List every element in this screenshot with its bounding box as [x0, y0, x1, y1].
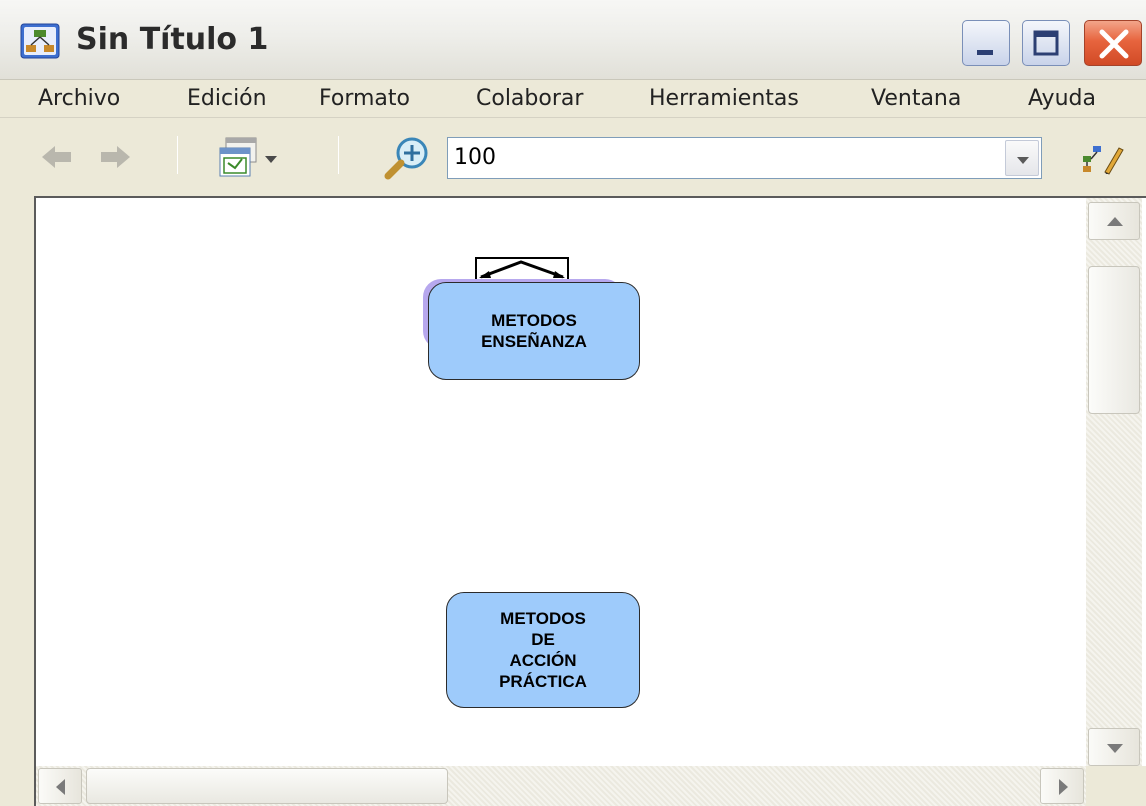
concept-map-app-icon[interactable] — [20, 23, 60, 59]
horizontal-scroll-thumb[interactable] — [86, 768, 448, 804]
menu-formato[interactable]: Formato — [313, 84, 416, 114]
arrow-right-icon[interactable] — [98, 143, 132, 175]
chevron-down-icon — [1017, 157, 1029, 164]
title-bar[interactable]: Sin Título 1 — [0, 0, 1146, 80]
minimize-button[interactable] — [962, 20, 1010, 66]
concept-map-canvas[interactable]: METODOS ENSEÑANZA METODOS DE ACCIÓN PRÁC… — [36, 198, 1086, 766]
scrollbar-corner — [1086, 766, 1146, 806]
menu-ayuda[interactable]: Ayuda — [1022, 84, 1102, 114]
maximize-button[interactable] — [1022, 20, 1070, 66]
menu-colaborar[interactable]: Colaborar — [470, 84, 589, 114]
arrow-left-icon[interactable] — [40, 143, 74, 175]
vertical-scroll-thumb[interactable] — [1088, 266, 1140, 414]
maximize-icon — [1033, 30, 1059, 56]
menu-archivo[interactable]: Archivo — [32, 84, 126, 114]
scroll-up-button[interactable] — [1088, 202, 1140, 240]
menu-herramientas[interactable]: Herramientas — [643, 84, 805, 114]
toolbar-separator — [177, 136, 178, 174]
chevron-up-icon — [1107, 217, 1123, 226]
close-icon — [1099, 29, 1129, 59]
scroll-down-button[interactable] — [1088, 728, 1140, 766]
application-window: Sin Título 1 Archivo Edición Formato Col… — [0, 0, 1146, 806]
toolbar-separator — [338, 136, 339, 174]
style-palette-icon[interactable] — [1081, 140, 1125, 180]
concept-node-metodos-ensenanza[interactable]: METODOS ENSEÑANZA — [428, 282, 640, 380]
scroll-right-button[interactable] — [1040, 768, 1084, 804]
chevron-right-icon — [1059, 779, 1068, 795]
close-button[interactable] — [1084, 20, 1142, 66]
zoom-combobox[interactable]: 100 — [447, 137, 1042, 179]
menu-edicion[interactable]: Edición — [181, 84, 273, 114]
scroll-left-button[interactable] — [38, 768, 82, 804]
zoom-dropdown-button[interactable] — [1005, 140, 1039, 176]
menu-ventana[interactable]: Ventana — [865, 84, 967, 114]
minimize-icon — [977, 50, 993, 55]
concept-node-metodos-accion-practica[interactable]: METODOS DE ACCIÓN PRÁCTICA — [446, 592, 640, 708]
window-view-icon[interactable] — [218, 136, 290, 184]
zoom-value[interactable]: 100 — [454, 144, 496, 172]
chevron-left-icon — [56, 779, 65, 795]
chevron-down-icon — [1107, 744, 1123, 753]
menu-bar: Archivo Edición Formato Colaborar Herram… — [0, 80, 1146, 118]
window-title: Sin Título 1 — [76, 22, 269, 57]
zoom-in-icon[interactable] — [384, 137, 434, 185]
